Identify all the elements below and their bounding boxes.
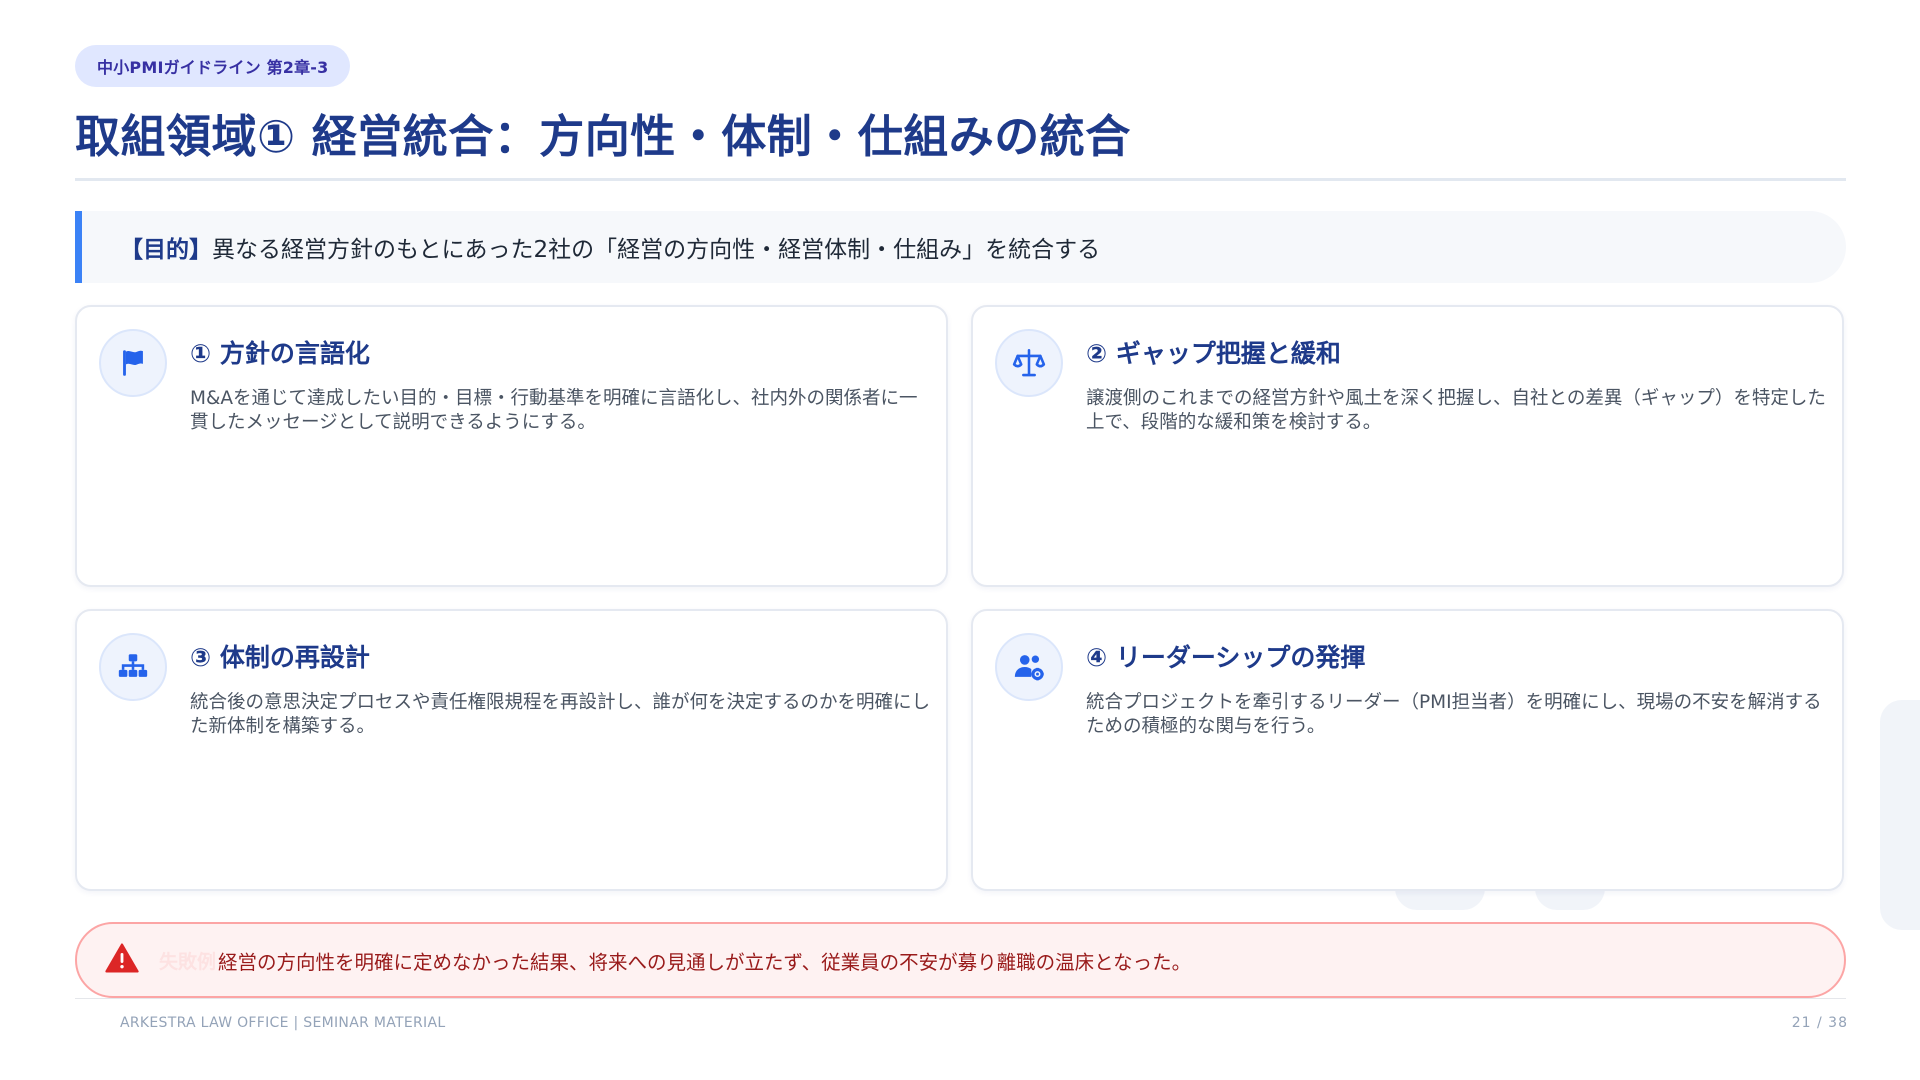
card-description: 統合プロジェクトを牽引するリーダー（PMI担当者）を明確にし、現場の不安を解消す… (1086, 692, 1822, 737)
flag-icon (99, 329, 167, 397)
failure-example-banner: 失敗例 経営の方向性を明確に定めなかった結果、将来への見通しが立たず、従業員の不… (75, 922, 1846, 998)
card-title: ④ リーダーシップの発揮 (1086, 643, 1366, 672)
footer-credit: ARKESTRA LAW OFFICE | SEMINAR MATERIAL (120, 1015, 446, 1031)
users-gear-icon (995, 633, 1063, 701)
page-title: 取組領域① 経営統合：方向性・体制・仕組みの統合 (75, 110, 1131, 163)
card-description: 譲渡側のこれまでの経営方針や風土を深く把握し、自社との差異（ギャップ）を特定した… (1086, 388, 1826, 433)
card-description: M&Aを通じて達成したい目的・目標・行動基準を明確に言語化し、社内外の関係者に一… (190, 388, 918, 433)
warning-triangle-icon (105, 943, 139, 977)
card-structure-redesign: ③ 体制の再設計 統合後の意思決定プロセスや責任権限規程を再設計し、誰が何を決定… (75, 609, 948, 891)
scale-balance-icon (995, 329, 1063, 397)
card-policy-articulation: ① 方針の言語化 M&Aを通じて達成したい目的・目標・行動基準を明確に言語化し、… (75, 305, 948, 587)
warning-text: 経営の方向性を明確に定めなかった結果、将来への見通しが立たず、従業員の不安が募り… (218, 950, 1192, 974)
chapter-chip: 中小PMIガイドライン 第2章-3 (75, 45, 351, 87)
card-title: ① 方針の言語化 (190, 339, 370, 368)
card-leadership: ④ リーダーシップの発揮 統合プロジェクトを牽引するリーダー（PMI担当者）を明… (971, 609, 1844, 891)
org-chart-icon (99, 633, 167, 701)
purpose-banner: 【目的】 異なる経営方針のもとにあった2社の「経営の方向性・経営体制・仕組み」を統… (75, 211, 1846, 283)
card-gap-mitigation: ② ギャップ把握と緩和 譲渡側のこれまでの経営方針や風土を深く把握し、自社との差… (971, 305, 1844, 587)
warning-label: 失敗例 (159, 950, 217, 973)
card-title: ② ギャップ把握と緩和 (1086, 339, 1341, 368)
purpose-label: 【目的】 (120, 237, 212, 263)
card-title: ③ 体制の再設計 (190, 643, 370, 672)
title-divider (75, 178, 1846, 181)
footer-divider (75, 998, 1846, 999)
purpose-text: 異なる経営方針のもとにあった2社の「経営の方向性・経営体制・仕組み」を統合する (212, 237, 1101, 263)
page-number: 21 / 38 (1791, 1015, 1848, 1031)
card-description: 統合後の意思決定プロセスや責任権限規程を再設計し、誰が何を決定するのかを明確にし… (190, 692, 931, 737)
